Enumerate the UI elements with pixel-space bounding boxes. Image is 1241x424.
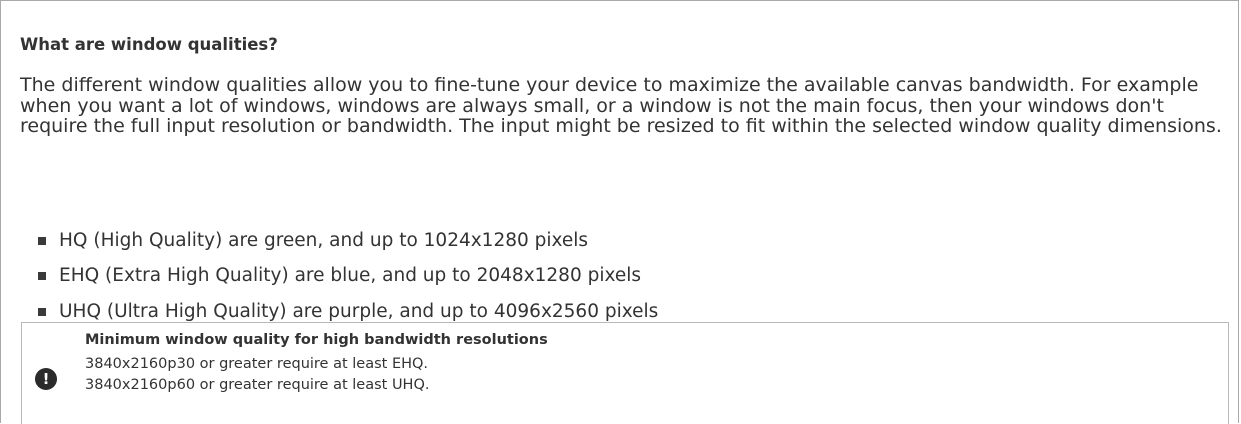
exclamation-icon: ! — [35, 368, 57, 390]
notice-title: Minimum window quality for high bandwidt… — [85, 332, 548, 348]
notice-line: 3840x2160p60 or greater require at least… — [85, 377, 430, 393]
bullet-square-icon — [38, 272, 46, 280]
notice-line: 3840x2160p30 or greater require at least… — [85, 356, 429, 372]
intro-paragraph: The different window qualities allow you… — [20, 74, 1222, 137]
bullet-square-icon — [38, 308, 46, 316]
content-panel: What are window qualities? The different… — [0, 0, 1239, 424]
list-item-text: UHQ (Ultra High Quality) are purple, and… — [59, 301, 659, 322]
list-item-text: HQ (High Quality) are green, and up to 1… — [59, 230, 589, 251]
list-item-text: EHQ (Extra High Quality) are blue, and u… — [59, 265, 642, 286]
notice-box: ! Minimum window quality for high bandwi… — [21, 322, 1229, 424]
bullet-square-icon — [38, 237, 46, 245]
section-heading: What are window qualities? — [20, 35, 278, 54]
